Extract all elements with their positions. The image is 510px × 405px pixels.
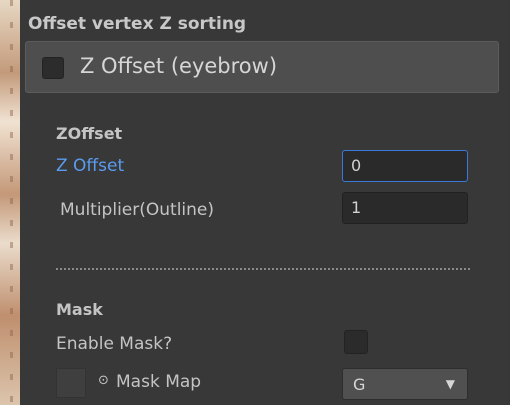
zoffset-group-title: ZOffset	[56, 124, 123, 143]
background-artwork-strip	[0, 0, 20, 405]
z-offset-eyebrow-foldout[interactable]: Z Offset (eyebrow)	[25, 41, 499, 93]
multiplier-outline-label: Multiplier(Outline)	[60, 200, 215, 220]
mask-channel-dropdown[interactable]: G ▼	[342, 368, 468, 400]
z-offset-label: Z Offset	[56, 156, 125, 176]
enable-mask-label: Enable Mask?	[56, 334, 173, 354]
z-offset-eyebrow-checkbox[interactable]	[42, 57, 64, 79]
chevron-down-icon: ▼	[445, 377, 455, 391]
mask-map-label: Mask Map	[116, 372, 202, 392]
section-divider	[56, 268, 470, 270]
multiplier-outline-input[interactable]: 1	[342, 192, 468, 224]
mask-group-title: Mask	[56, 300, 103, 319]
section-title: Offset vertex Z sorting	[28, 14, 247, 34]
inspector-panel: Offset vertex Z sorting Z Offset (eyebro…	[20, 0, 510, 405]
enable-mask-toggle[interactable]	[344, 330, 368, 354]
mask-channel-value: G	[353, 375, 366, 394]
mask-map-texture-slot[interactable]	[56, 368, 86, 398]
z-offset-input[interactable]: 0	[342, 150, 468, 182]
z-offset-eyebrow-label: Z Offset (eyebrow)	[80, 54, 278, 78]
artwork-detail	[10, 0, 13, 405]
object-picker-icon[interactable]: ⊙	[98, 373, 109, 388]
